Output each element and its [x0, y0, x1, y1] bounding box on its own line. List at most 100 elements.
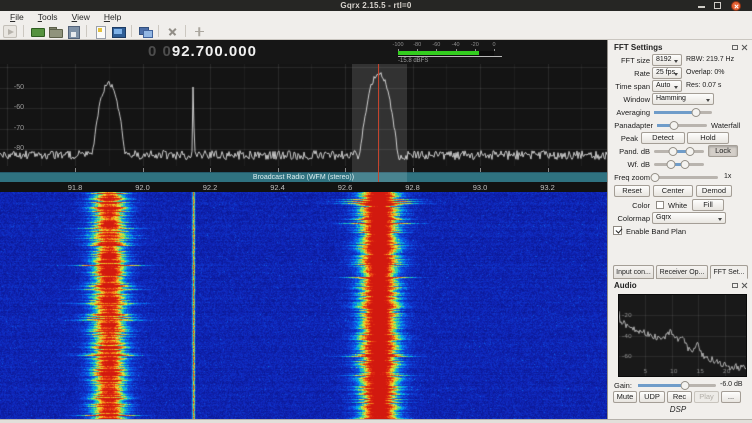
pand-db-label: Pand. dB	[610, 147, 650, 156]
save-file-icon[interactable]	[66, 25, 80, 38]
peak-hold-button[interactable]: Hold	[687, 132, 729, 144]
maximize-icon[interactable]	[714, 2, 721, 9]
window-select[interactable]: Hamming	[652, 93, 714, 105]
rec-button[interactable]: Rec	[667, 391, 692, 403]
timespan-select[interactable]: Auto	[652, 80, 682, 92]
app-windows-icon[interactable]	[138, 25, 152, 38]
frequency-axis: 91.892.092.292.492.692.893.093.293.4	[0, 182, 607, 192]
enable-band-plan-checkbox[interactable]	[613, 226, 622, 235]
bandplan-bar[interactable]: Broadcast Radio (WFM (stereo))	[0, 172, 607, 182]
play-button[interactable]: Play	[694, 391, 719, 403]
audio-dock-controls	[732, 282, 748, 289]
panadapter-waterfall-slider[interactable]	[657, 124, 707, 127]
float-dock-icon[interactable]	[732, 45, 738, 50]
menu-view[interactable]: View	[65, 12, 97, 22]
dsp-status: DSP	[608, 405, 748, 414]
db-axis-label: -80	[2, 145, 24, 152]
toolbar-separator	[158, 25, 159, 37]
freq-axis-label: 93.0	[473, 183, 488, 192]
window-label: Window	[610, 95, 650, 104]
freq-axis-label: 93.2	[540, 183, 555, 192]
color-swatch[interactable]	[656, 201, 664, 209]
frequency-display[interactable]: 0 092.700.000	[148, 43, 257, 60]
demod-filter-box[interactable]	[352, 64, 407, 182]
averaging-slider[interactable]	[654, 111, 712, 114]
freq-axis-label: 92.8	[405, 183, 420, 192]
open-file-icon[interactable]	[48, 25, 62, 38]
colormap-select[interactable]: Gqrx	[652, 212, 726, 224]
pandapter-db-range-slider[interactable]	[654, 150, 704, 153]
center-button[interactable]: Center	[653, 185, 693, 197]
fill-button[interactable]: Fill	[692, 199, 724, 211]
float-dock-icon[interactable]	[732, 283, 738, 288]
peak-detect-button[interactable]: Detect	[641, 132, 685, 144]
receiver-top-strip: 0 092.700.000 -100-80-60-40-200 -15.8 dB…	[0, 40, 607, 64]
bookmarks-icon[interactable]	[93, 25, 107, 38]
signal-meter: -100-80-60-40-200 -15.8 dBFS	[398, 42, 502, 64]
menu-help[interactable]: Help	[97, 12, 128, 22]
tuning-line[interactable]	[378, 64, 379, 182]
rbw-value: RBW: 219.7 Hz	[686, 56, 734, 63]
window-title: Gqrx 2.15.5 - rtl=0	[0, 1, 752, 10]
audio-spectrum-plot	[618, 294, 747, 377]
res-value: Res: 0.07 s	[686, 82, 721, 89]
io-device-icon[interactable]	[30, 25, 44, 38]
fft-size-select[interactable]: 8192	[652, 54, 682, 66]
fullscreen-icon[interactable]	[111, 25, 125, 38]
menu-tools[interactable]: Tools	[31, 12, 65, 22]
reset-button[interactable]: Reset	[614, 185, 650, 197]
freq-zoom-slider[interactable]	[654, 176, 718, 179]
udp-button[interactable]: UDP	[639, 391, 665, 403]
close-dock-icon[interactable]	[741, 282, 748, 289]
menu-file[interactable]: File	[3, 12, 31, 22]
demod-button[interactable]: Demod	[696, 185, 732, 197]
mute-button[interactable]: Mute	[613, 391, 637, 403]
waterfall-display[interactable]	[0, 192, 607, 419]
spectrum-plot[interactable]	[0, 64, 607, 166]
meter-scale-label: -60	[432, 42, 440, 48]
signal-meter-bar	[398, 51, 494, 56]
dock-tabs: Input con... Receiver Op... FFT Set...	[608, 265, 752, 279]
freq-zoom-label: Freq zoom	[610, 173, 650, 182]
tool-x-icon[interactable]	[165, 25, 179, 38]
signal-meter-level	[398, 51, 479, 55]
peak-label: Peak	[610, 134, 638, 143]
db-axis-label: -70	[2, 125, 24, 132]
more-options-button[interactable]: ...	[721, 391, 741, 403]
gain-label: Gain:	[614, 381, 632, 390]
window-bottom-frame	[0, 419, 752, 423]
db-axis-label: -50	[2, 84, 24, 91]
audio-gain-slider[interactable]	[638, 384, 716, 387]
timespan-label: Time span	[610, 82, 650, 91]
close-icon[interactable]	[731, 1, 741, 11]
toolbar	[0, 23, 752, 40]
overlap-value: Overlap: 0%	[686, 69, 725, 76]
tab-receiver-options[interactable]: Receiver Op...	[656, 265, 708, 279]
rate-select[interactable]: 25 fps	[652, 67, 682, 79]
tab-input-controls[interactable]: Input con...	[613, 265, 654, 279]
waterfall-db-range-slider[interactable]	[654, 163, 704, 166]
frequency-value: 92.700.000	[172, 43, 257, 60]
freq-zoom-value: 1x	[724, 173, 731, 180]
toolbar-separator	[131, 25, 132, 37]
rate-label: Rate	[610, 69, 650, 78]
start-dsp-icon[interactable]	[3, 25, 17, 38]
signal-meter-baseline	[398, 56, 502, 57]
gqrx-window: Gqrx 2.15.5 - rtl=0 FileToolsViewHelp 0 …	[0, 0, 752, 423]
titlebar: Gqrx 2.15.5 - rtl=0	[0, 0, 752, 11]
color-label: Color	[610, 201, 650, 210]
freq-axis-label: 92.0	[135, 183, 150, 192]
close-dock-icon[interactable]	[741, 44, 748, 51]
minimize-icon[interactable]	[698, 6, 705, 8]
toolbar-separator	[23, 25, 24, 37]
meter-scale-label: -40	[452, 42, 460, 48]
lock-button[interactable]: Lock	[708, 145, 738, 157]
enable-band-plan-label: Enable Band Plan	[626, 227, 686, 236]
meter-scale-label: -100	[392, 42, 403, 48]
crosshair-icon[interactable]	[192, 25, 206, 38]
gain-value: -6.0 dB	[720, 381, 743, 388]
audio-buttons: Mute UDP Rec Play ...	[608, 391, 752, 403]
db-axis-label: -60	[2, 104, 24, 111]
fft-settings-title: FFT Settings	[614, 43, 662, 52]
tab-fft-settings[interactable]: FFT Set...	[710, 265, 748, 279]
